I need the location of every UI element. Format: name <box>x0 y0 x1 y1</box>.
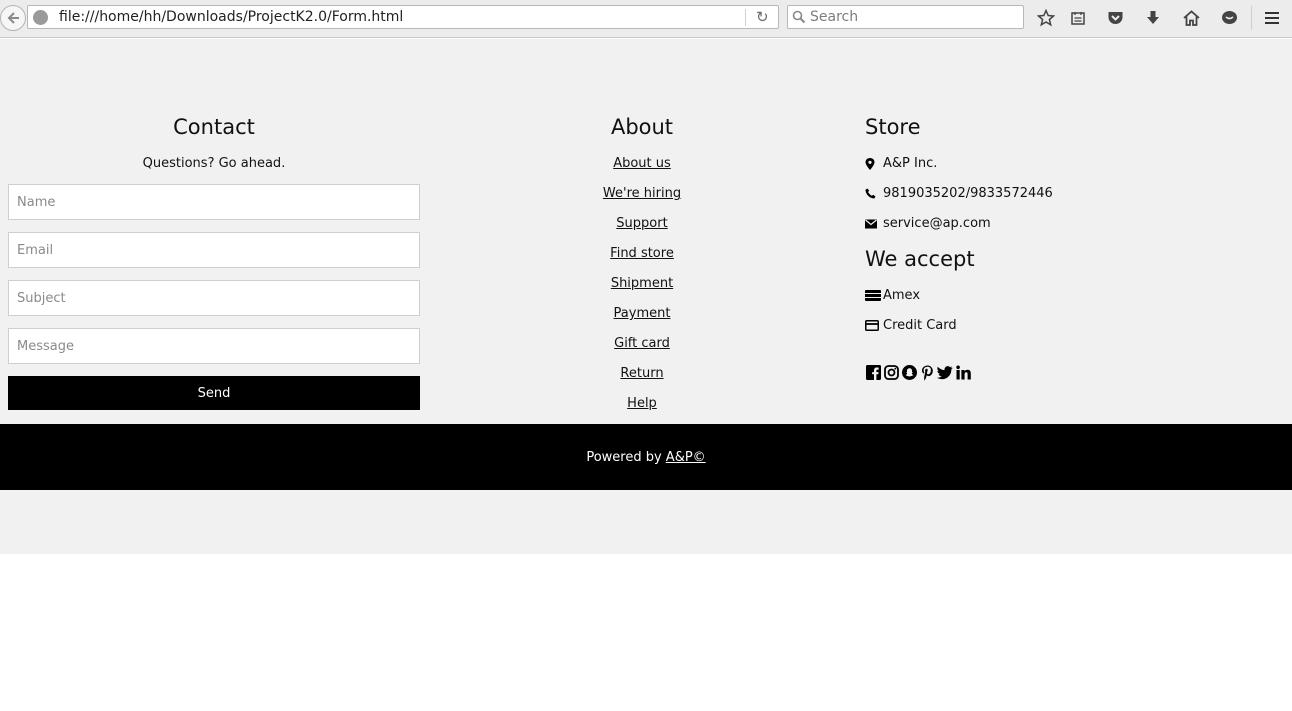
pocket-icon[interactable] <box>1105 8 1125 28</box>
reading-list-icon[interactable] <box>1068 8 1088 28</box>
contact-title: Contact <box>173 115 255 139</box>
email-field[interactable]: Email <box>8 232 420 268</box>
message-placeholder: Message <box>17 339 74 354</box>
back-icon <box>7 12 19 24</box>
instagram-icon[interactable] <box>883 364 899 381</box>
payment-credit-card-label: Credit Card <box>883 318 957 333</box>
search-input[interactable]: Search <box>787 5 1024 29</box>
name-placeholder: Name <box>17 195 56 210</box>
about-link-support[interactable]: Support <box>542 216 742 231</box>
payment-amex: Amex <box>865 288 920 303</box>
store-email: service@ap.com <box>865 216 991 231</box>
page-body: Contact Questions? Go ahead. Name Email … <box>0 39 1292 554</box>
message-field[interactable]: Message <box>8 328 420 364</box>
facebook-icon[interactable] <box>865 364 881 381</box>
pinterest-icon[interactable] <box>919 364 935 381</box>
toolbar-divider <box>1251 6 1252 30</box>
store-address-text: A&P Inc. <box>883 156 938 171</box>
contact-subtitle: Questions? Go ahead. <box>142 156 286 171</box>
name-field[interactable]: Name <box>8 184 420 220</box>
store-title: Store <box>865 115 921 139</box>
linkedin-icon[interactable] <box>955 364 971 381</box>
we-accept-title: We accept <box>865 247 975 271</box>
store-address: A&P Inc. <box>865 156 937 171</box>
snapchat-icon[interactable] <box>901 364 917 381</box>
payment-amex-label: Amex <box>883 288 921 303</box>
download-icon[interactable] <box>1143 8 1163 28</box>
envelope-icon <box>865 219 883 229</box>
amex-card-icon <box>865 290 883 301</box>
about-link-about-us[interactable]: About us <box>542 156 742 171</box>
footer-brand-link[interactable]: A&P© <box>666 450 706 465</box>
email-placeholder: Email <box>17 243 54 258</box>
send-button[interactable]: Send <box>8 376 420 410</box>
about-link-return[interactable]: Return <box>542 366 742 381</box>
back-button[interactable] <box>0 5 26 31</box>
bookmark-star-icon[interactable] <box>1036 8 1056 28</box>
url-bar[interactable]: file:///home/hh/Downloads/ProjectK2.0/Fo… <box>27 5 779 29</box>
store-phone: 9819035202/9833572446 <box>865 186 1053 201</box>
url-text[interactable]: file:///home/hh/Downloads/ProjectK2.0/Fo… <box>59 9 403 25</box>
about-link-gift-card[interactable]: Gift card <box>542 336 742 351</box>
phone-icon <box>865 188 883 199</box>
chat-icon[interactable] <box>1219 8 1239 28</box>
map-marker-icon <box>865 157 883 170</box>
about-link-help[interactable]: Help <box>542 396 742 411</box>
subject-field[interactable]: Subject <box>8 280 420 316</box>
subject-placeholder: Subject <box>17 291 66 306</box>
url-separator <box>745 9 746 26</box>
browser-toolbar: file:///home/hh/Downloads/ProjectK2.0/Fo… <box>0 0 1292 38</box>
search-placeholder: Search <box>810 9 859 25</box>
about-link-find-store[interactable]: Find store <box>542 246 742 261</box>
footer: Powered by A&P© <box>0 424 1292 490</box>
reload-icon[interactable]: ↻ <box>756 8 769 26</box>
home-icon[interactable] <box>1181 8 1201 28</box>
credit-card-icon <box>865 320 883 331</box>
about-title: About <box>610 115 674 139</box>
about-link-shipment[interactable]: Shipment <box>542 276 742 291</box>
menu-icon[interactable] <box>1262 8 1282 28</box>
footer-prefix: Powered by <box>586 449 666 465</box>
about-link-payment[interactable]: Payment <box>542 306 742 321</box>
twitter-icon[interactable] <box>937 364 953 381</box>
search-icon <box>792 10 806 24</box>
about-link-hiring[interactable]: We're hiring <box>542 186 742 201</box>
social-links <box>865 364 971 381</box>
store-phone-text: 9819035202/9833572446 <box>883 186 1053 201</box>
store-email-text: service@ap.com <box>883 216 991 231</box>
payment-credit-card: Credit Card <box>865 318 957 333</box>
globe-icon <box>33 10 48 25</box>
footer-text: Powered by A&P© <box>586 450 705 465</box>
